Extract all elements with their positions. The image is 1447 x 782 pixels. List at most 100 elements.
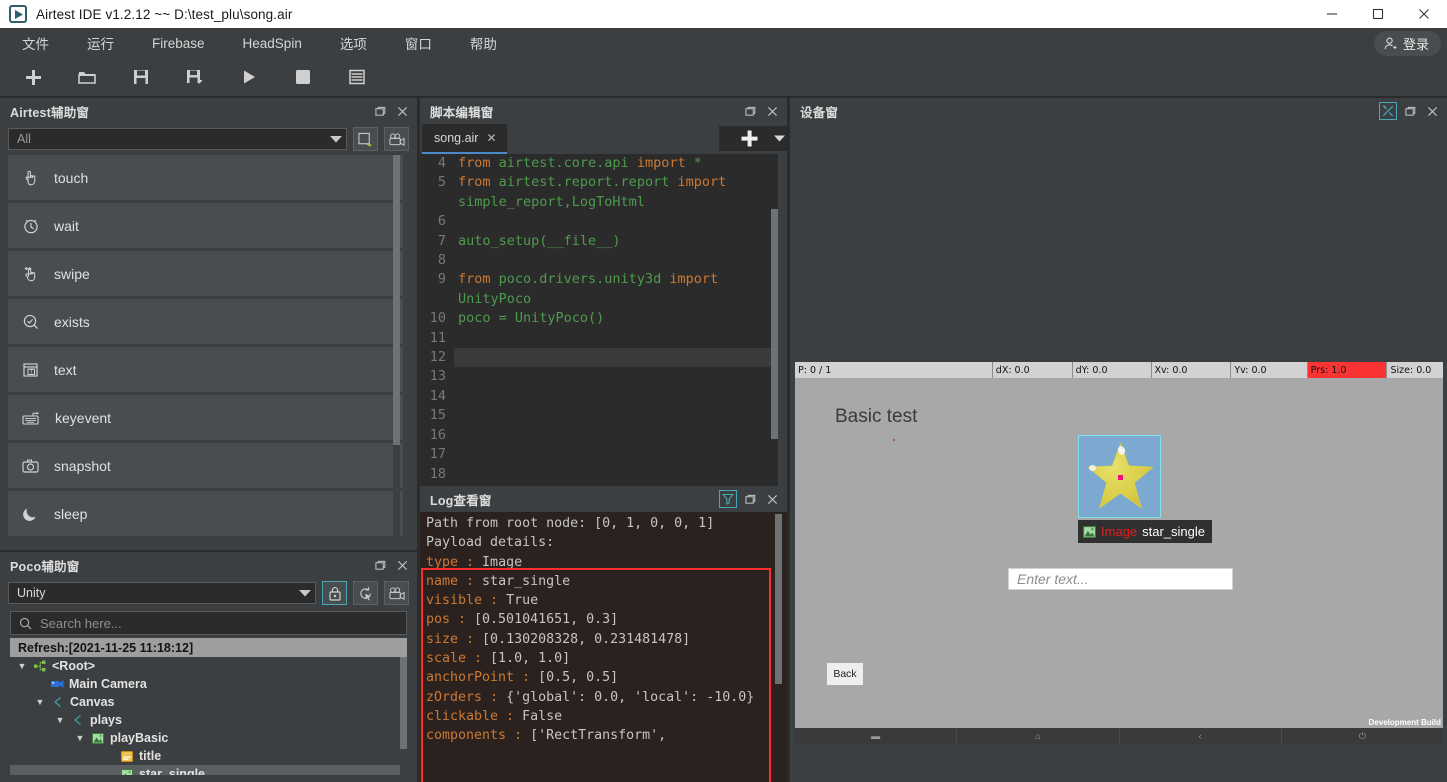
editor-scroll-thumb[interactable] xyxy=(771,209,778,439)
airtest-list-scrollbar[interactable] xyxy=(393,155,400,545)
airtest-filter-select[interactable]: All xyxy=(8,128,347,150)
code-line[interactable]: 16 xyxy=(420,426,787,445)
code-line[interactable]: 7 auto_setup(__file__) xyxy=(420,232,787,251)
code-line-text: from airtest.core.api import * xyxy=(458,155,702,171)
tree-node-plays[interactable]: ▼ plays xyxy=(10,711,407,729)
airtest-float-button[interactable] xyxy=(371,102,389,120)
report-button[interactable] xyxy=(336,62,378,92)
code-line[interactable]: 4 from airtest.core.api import * xyxy=(420,154,787,173)
new-script-button[interactable] xyxy=(12,62,54,92)
airtest-action-exists[interactable]: exists xyxy=(8,299,403,344)
airtest-close-button[interactable] xyxy=(393,102,411,120)
menu-options[interactable]: 选项 xyxy=(324,28,383,58)
editor-close-button[interactable] xyxy=(763,102,781,120)
code-line[interactable]: 18 xyxy=(420,465,787,484)
device-float-button[interactable] xyxy=(1401,102,1419,120)
code-line[interactable]: 10 poco = UnityPoco() xyxy=(420,309,787,328)
editor-float-button[interactable] xyxy=(741,102,759,120)
save-as-button[interactable] xyxy=(174,62,216,92)
android-back-button[interactable]: ‹ xyxy=(1120,728,1282,744)
device-tools-button[interactable] xyxy=(1379,102,1397,120)
android-home-button[interactable]: ⌂ xyxy=(957,728,1120,744)
airtest-panel-title: Airtest辅助窗 xyxy=(10,105,90,120)
code-line[interactable]: 6 xyxy=(420,212,787,231)
code-line[interactable]: 13 xyxy=(420,367,787,386)
tree-node-canvas[interactable]: ▼ Canvas xyxy=(10,693,407,711)
poco-float-button[interactable] xyxy=(371,556,389,574)
menu-headspin[interactable]: HeadSpin xyxy=(227,28,318,58)
run-button[interactable] xyxy=(228,62,270,92)
airtest-list-scroll-thumb[interactable] xyxy=(393,155,400,445)
poco-tree-scroll-thumb[interactable] xyxy=(400,657,407,749)
menu-run[interactable]: 运行 xyxy=(71,28,130,58)
code-line[interactable]: 8 xyxy=(420,251,787,270)
airtest-action-touch[interactable]: touch xyxy=(8,155,403,200)
poco-mode-select[interactable]: Unity xyxy=(8,582,316,604)
open-script-button[interactable] xyxy=(66,62,108,92)
chevron-down-icon[interactable]: ▼ xyxy=(16,661,28,671)
maximize-button[interactable] xyxy=(1355,0,1401,28)
menu-window[interactable]: 窗口 xyxy=(389,28,448,58)
log-float-button[interactable] xyxy=(741,490,759,508)
tree-node-main-camera[interactable]: Main Camera xyxy=(10,675,407,693)
airtest-snapshot-tool-button[interactable] xyxy=(353,127,378,151)
code-line[interactable]: 12 xyxy=(420,348,787,368)
code-line[interactable]: 17 xyxy=(420,445,787,464)
log-scrollbar[interactable] xyxy=(775,514,782,780)
code-line[interactable]: 11 xyxy=(420,329,787,348)
chevron-down-icon[interactable]: ▼ xyxy=(54,715,66,725)
airtest-action-wait[interactable]: wait xyxy=(8,203,403,248)
android-recent-button[interactable]: ▬ xyxy=(795,728,958,744)
poco-search-input[interactable]: Search here... xyxy=(10,611,407,635)
menu-help[interactable]: 帮助 xyxy=(454,28,513,58)
poco-lock-button[interactable] xyxy=(322,581,347,605)
new-tab-dropdown-button[interactable] xyxy=(772,126,787,151)
tree-node-star-single[interactable]: star_single xyxy=(10,765,407,775)
refresh-cursor-icon xyxy=(358,586,373,601)
tree-node-title[interactable]: title xyxy=(10,747,407,765)
device-screen[interactable]: Basic test Image star_single Enter text.… xyxy=(795,378,1443,728)
close-icon[interactable]: ✕ xyxy=(486,131,496,145)
log-close-button[interactable] xyxy=(763,490,781,508)
chevron-down-icon[interactable]: ▼ xyxy=(74,733,86,743)
close-button[interactable] xyxy=(1401,0,1447,28)
log-filter-button[interactable] xyxy=(719,490,737,508)
poco-record-button[interactable] xyxy=(384,581,409,605)
android-power-button[interactable]: ⏻ xyxy=(1282,728,1443,744)
log-scroll-thumb[interactable] xyxy=(775,514,782,684)
star-image-node[interactable] xyxy=(1078,435,1161,518)
log-value: [0.130208328, 0.231481478] xyxy=(474,631,691,647)
stop-button[interactable] xyxy=(282,62,324,92)
code-editor[interactable]: 4 from airtest.core.api import * 5 from air… xyxy=(420,154,787,509)
poco-close-button[interactable] xyxy=(393,556,411,574)
minimize-button[interactable] xyxy=(1309,0,1355,28)
airtest-action-sleep[interactable]: sleep xyxy=(8,491,403,536)
editor-scrollbar[interactable] xyxy=(771,209,778,469)
tree-node-root[interactable]: ▼ <Root> xyxy=(10,657,407,675)
airtest-action-snapshot[interactable]: snapshot xyxy=(8,443,403,488)
code-line[interactable]: 15 xyxy=(420,406,787,425)
menu-file[interactable]: 文件 xyxy=(6,28,65,58)
code-line[interactable]: 5 from airtest.report.report import simpl… xyxy=(420,173,787,212)
airtest-action-swipe[interactable]: swipe xyxy=(8,251,403,296)
chevron-down-icon[interactable]: ▼ xyxy=(34,697,46,707)
new-tab-button[interactable] xyxy=(719,126,779,151)
log-output[interactable]: Path from root node: [0, 1, 0, 0, 1] Payl… xyxy=(420,512,787,782)
airtest-action-keyevent[interactable]: keyevent xyxy=(8,395,403,440)
device-window-panel: 设备窗 P: 0 / 1 dX: 0.0 dY: 0.0 Xv: 0.0 Yv: 0.0… xyxy=(790,98,1447,782)
screen-text-input[interactable]: Enter text... xyxy=(1008,568,1233,590)
tab-song-air[interactable]: song.air ✕ xyxy=(422,124,507,154)
device-close-button[interactable] xyxy=(1423,102,1441,120)
save-button[interactable] xyxy=(120,62,162,92)
code-line[interactable]: 14 xyxy=(420,387,787,406)
code-line[interactable]: 9 from poco.drivers.unity3d import UnityP… xyxy=(420,270,787,309)
poco-tree-scrollbar[interactable] xyxy=(400,657,407,775)
menu-firebase[interactable]: Firebase xyxy=(136,28,221,58)
poco-refresh-button[interactable] xyxy=(353,581,378,605)
login-button[interactable]: 登录 xyxy=(1373,30,1441,56)
tree-node-playbasic[interactable]: ▼ playBasic xyxy=(10,729,407,747)
screen-back-button[interactable]: Back xyxy=(827,663,863,685)
code-line-text xyxy=(454,348,787,368)
airtest-action-text[interactable]: T text xyxy=(8,347,403,392)
airtest-record-tool-button[interactable] xyxy=(384,127,409,151)
